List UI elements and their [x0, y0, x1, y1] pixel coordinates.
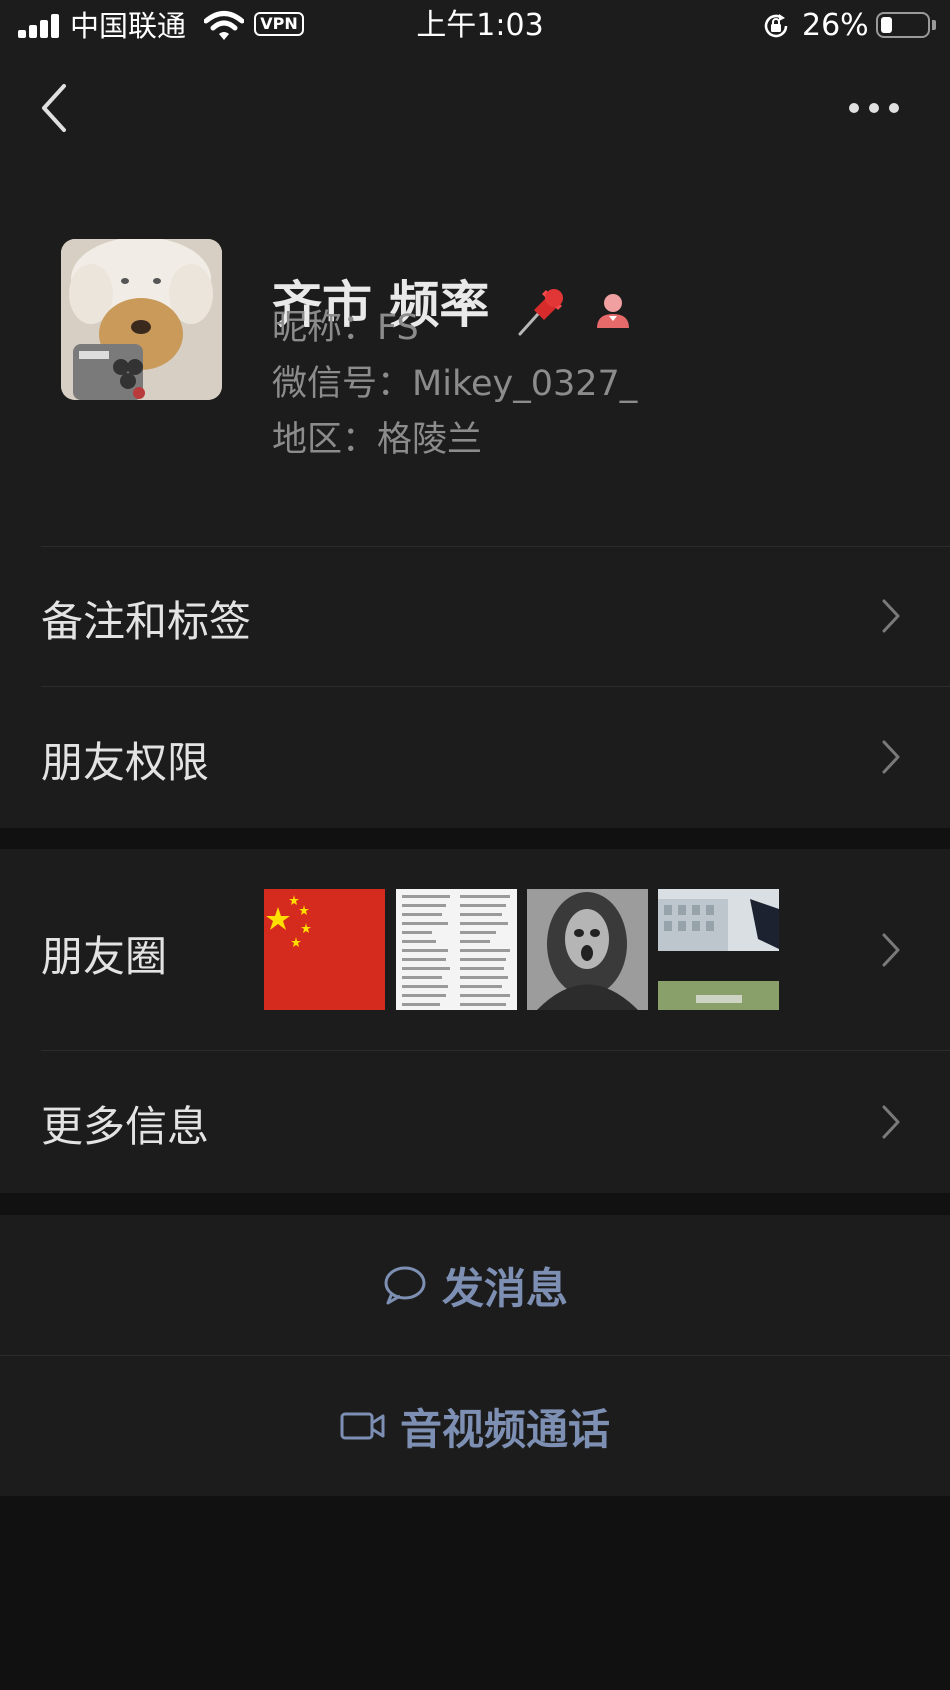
carrier-name: 中国联通 — [70, 9, 187, 43]
chevron-right-icon — [882, 599, 900, 633]
send-message-label: 发消息 — [441, 1263, 568, 1313]
region-line: 地区：格陵兰 — [272, 418, 482, 462]
video-call-label: 音视频通话 — [399, 1404, 610, 1454]
pushpin-icon — [518, 289, 563, 336]
settings-group: 备注和标签 朋友权限 — [0, 546, 950, 828]
wifi-icon — [204, 11, 244, 40]
moments-row[interactable]: 朋友圈 — [0, 849, 950, 1050]
battery-cap — [932, 20, 936, 30]
more-dots-icon[interactable] — [846, 94, 902, 122]
rotation-lock-icon — [764, 14, 788, 38]
vpn-badge: VPN — [254, 12, 304, 36]
chevron-right-icon — [882, 933, 900, 967]
signal-icon — [18, 14, 62, 38]
avatar-image — [61, 239, 222, 400]
wechat-id-label: 微信号： — [272, 364, 413, 404]
notes-tags-row[interactable]: 备注和标签 — [0, 546, 950, 686]
video-camera-icon — [340, 1412, 385, 1440]
moments-label: 朋友圈 — [41, 932, 168, 981]
friend-permissions-row[interactable]: 朋友权限 — [0, 687, 950, 828]
status-time: 上午1:03 — [416, 8, 544, 43]
send-message-button[interactable]: 发消息 — [0, 1215, 950, 1355]
nickname-label: 昵称： — [272, 308, 378, 348]
profile-header: 齐市 频率 昵称：FS 微信号：Mikey_0327_ 地区：格陵兰 — [0, 54, 950, 546]
status-bar: 中国联通 VPN 上午1:03 26% — [0, 0, 950, 54]
moments-thumbnail — [658, 889, 779, 1010]
moments-group: 朋友圈 更多信息 — [0, 849, 950, 1193]
more-info-label: 更多信息 — [41, 1102, 210, 1151]
notes-tags-label: 备注和标签 — [41, 597, 252, 646]
video-call-button[interactable]: 音视频通话 — [0, 1356, 950, 1496]
wechat-id-line: 微信号：Mikey_0327_ — [272, 362, 637, 406]
more-info-row[interactable]: 更多信息 — [0, 1051, 950, 1193]
moments-thumbnail — [396, 889, 517, 1010]
wechat-id-value: Mikey_0327_ — [412, 364, 638, 404]
battery-fill — [881, 17, 892, 33]
chevron-right-icon — [882, 1105, 900, 1139]
chat-bubble-icon — [384, 1266, 426, 1305]
nickname-line: 昵称：FS — [272, 306, 419, 350]
female-gender-icon — [597, 294, 629, 328]
battery-percent: 26% — [802, 8, 869, 43]
avatar[interactable] — [61, 239, 222, 400]
moments-thumbnail — [264, 889, 385, 1010]
battery-icon — [876, 12, 930, 38]
friend-permissions-label: 朋友权限 — [41, 738, 210, 787]
chevron-right-icon — [882, 740, 900, 774]
chevron-left-icon[interactable] — [30, 78, 80, 138]
region-value: 格陵兰 — [377, 420, 483, 460]
region-label: 地区： — [272, 420, 378, 460]
moments-thumbnail — [527, 889, 648, 1010]
nickname-value: FS — [377, 308, 419, 348]
